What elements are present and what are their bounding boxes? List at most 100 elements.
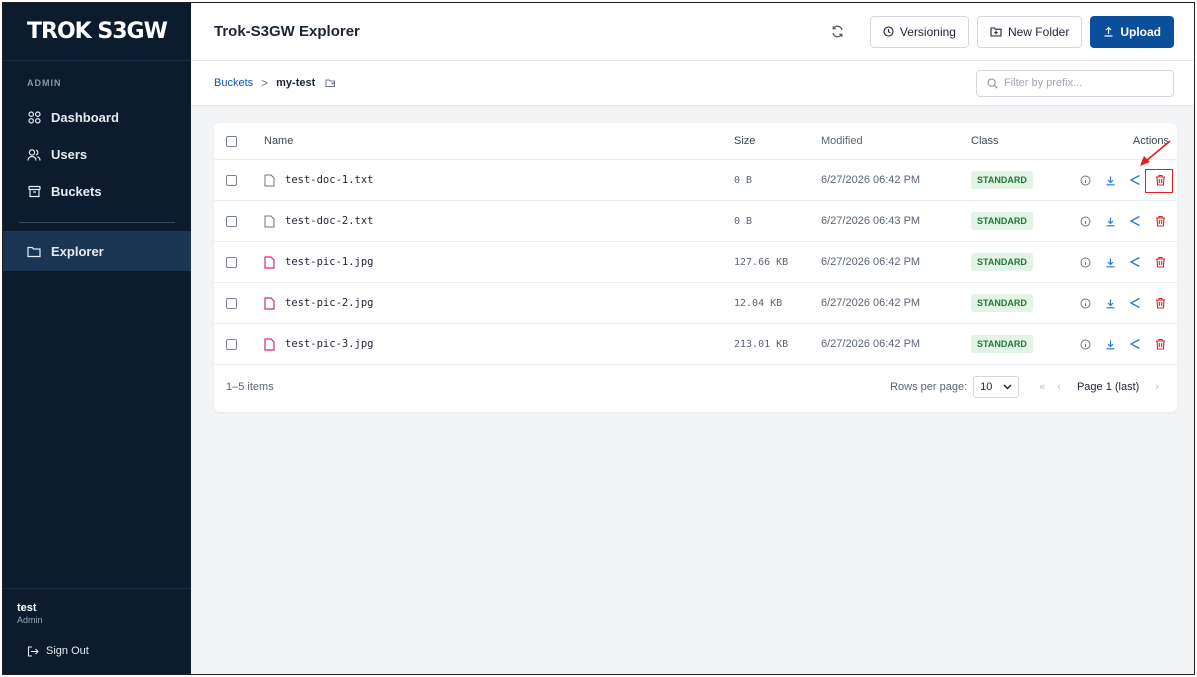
sidebar-item-label: Explorer <box>51 243 104 259</box>
annotation-arrow-icon <box>1140 140 1171 166</box>
sidebar-item-buckets[interactable]: Buckets <box>3 173 191 210</box>
table-row[interactable]: test-doc-1.txt 0 B 6/27/2026 06:42 PM STAND… <box>214 160 1177 201</box>
page-label: Page 1 (last) <box>1076 381 1140 393</box>
column-header-size[interactable]: Size <box>734 135 821 147</box>
first-page-icon[interactable]: « <box>1039 381 1045 393</box>
storage-class-badge: STANDARD <box>971 335 1033 353</box>
new-folder-button[interactable]: New Folder <box>976 15 1083 48</box>
download-icon[interactable] <box>1103 337 1117 351</box>
sidebar: TROK S3GW ADMIN Dashboard Users Buckets <box>3 3 191 674</box>
download-icon[interactable] <box>1103 214 1117 228</box>
table-header-row: Name Size Modified Class Actions <box>214 123 1177 160</box>
item-count: 1–5 items <box>226 381 274 393</box>
row-checkbox[interactable] <box>226 256 237 268</box>
rows-per-page-label: Rows per page: <box>890 381 968 393</box>
delete-icon[interactable] <box>1153 255 1167 269</box>
new-folder-label: New Folder <box>1007 24 1070 39</box>
objects-table: Name Size Modified Class Actions test-do… <box>214 123 1177 412</box>
download-icon[interactable] <box>1103 173 1117 187</box>
versioning-label: Versioning <box>899 24 956 39</box>
sidebar-item-users[interactable]: Users <box>3 136 191 173</box>
search-icon <box>987 77 998 89</box>
sidebar-divider <box>19 222 175 223</box>
sign-out-icon <box>27 645 39 657</box>
info-icon[interactable] <box>1078 255 1092 269</box>
page-title: Trok-S3GW Explorer <box>214 23 360 40</box>
download-icon[interactable] <box>1103 255 1117 269</box>
info-icon[interactable] <box>1078 214 1092 228</box>
share-icon[interactable] <box>1128 214 1142 228</box>
file-name[interactable]: test-pic-1.jpg <box>285 256 374 268</box>
app-frame: TROK S3GW ADMIN Dashboard Users Buckets <box>2 2 1195 675</box>
sign-out-button[interactable]: Sign Out <box>17 645 191 657</box>
sub-bar: Buckets > my-test <box>191 61 1194 106</box>
table-row[interactable]: test-pic-2.jpg 12.04 KB 6/27/2026 06:42 PM… <box>214 283 1177 324</box>
upload-icon <box>1103 26 1114 37</box>
breadcrumb-buckets-link[interactable]: Buckets <box>214 77 253 89</box>
column-header-name[interactable]: Name <box>254 135 734 147</box>
upload-button[interactable]: Upload <box>1090 15 1174 48</box>
folder-plus-icon <box>990 26 1002 37</box>
file-name[interactable]: test-pic-2.jpg <box>285 297 374 309</box>
file-modified: 6/27/2026 06:43 PM <box>821 215 921 227</box>
sidebar-item-explorer[interactable]: Explorer <box>3 231 191 271</box>
file-size: 213.01 KB <box>734 338 789 350</box>
chevron-down-icon <box>1003 384 1012 390</box>
storage-class-badge: STANDARD <box>971 253 1033 271</box>
delete-icon[interactable] <box>1153 337 1167 351</box>
user-name: test <box>17 602 37 614</box>
storage-class-badge: STANDARD <box>971 212 1033 230</box>
refresh-icon <box>831 25 844 38</box>
table-row[interactable]: test-pic-1.jpg 127.66 KB 6/27/2026 06:42 P… <box>214 242 1177 283</box>
user-panel: test Admin Sign Out <box>3 588 191 674</box>
copy-path-icon[interactable] <box>325 78 336 88</box>
file-name[interactable]: test-doc-2.txt <box>285 215 374 227</box>
versioning-button[interactable]: Versioning <box>869 15 969 48</box>
download-icon[interactable] <box>1103 296 1117 310</box>
upload-label: Upload <box>1120 24 1161 39</box>
share-icon[interactable] <box>1128 255 1142 269</box>
file-modified: 6/27/2026 06:42 PM <box>821 338 921 350</box>
column-header-modified[interactable]: Modified <box>821 135 971 147</box>
breadcrumb-separator: > <box>261 76 269 90</box>
prev-page-icon[interactable]: ‹ <box>1057 381 1061 393</box>
info-icon[interactable] <box>1078 173 1092 187</box>
filter-input[interactable] <box>1004 77 1164 89</box>
share-icon[interactable] <box>1128 337 1142 351</box>
sidebar-item-label: Dashboard <box>51 110 119 125</box>
delete-icon[interactable] <box>1153 296 1167 310</box>
bucket-icon <box>27 185 41 199</box>
refresh-button[interactable] <box>826 20 850 44</box>
main-content: Trok-S3GW Explorer Versioning New Folder <box>191 3 1194 674</box>
table-row[interactable]: test-pic-3.jpg 213.01 KB 6/27/2026 06:42 P… <box>214 324 1177 365</box>
next-page-icon[interactable]: › <box>1155 381 1159 393</box>
share-icon[interactable] <box>1128 173 1142 187</box>
delete-icon[interactable] <box>1153 214 1167 228</box>
file-size: 127.66 KB <box>734 256 789 268</box>
row-checkbox[interactable] <box>226 215 237 227</box>
table-row[interactable]: test-doc-2.txt 0 B 6/27/2026 06:43 PM STAND… <box>214 201 1177 242</box>
clock-icon <box>883 26 894 37</box>
pagination: « ‹ Page 1 (last) › <box>1033 381 1165 393</box>
rows-per-page-select[interactable]: 10 <box>973 376 1020 398</box>
filter-search-box <box>976 69 1174 97</box>
users-icon <box>27 148 41 162</box>
file-name[interactable]: test-doc-1.txt <box>285 174 374 186</box>
row-checkbox[interactable] <box>226 338 237 350</box>
storage-class-badge: STANDARD <box>971 171 1033 189</box>
column-header-class[interactable]: Class <box>971 135 1061 147</box>
row-checkbox[interactable] <box>226 174 237 186</box>
highlight-box <box>1145 169 1173 193</box>
sidebar-item-label: Buckets <box>51 184 102 199</box>
file-icon <box>264 174 275 187</box>
user-role: Admin <box>17 615 43 625</box>
file-name[interactable]: test-pic-3.jpg <box>285 338 374 350</box>
row-checkbox[interactable] <box>226 297 237 309</box>
select-all-checkbox[interactable] <box>226 135 237 147</box>
info-icon[interactable] <box>1078 296 1092 310</box>
grid-icon <box>27 111 41 125</box>
file-modified: 6/27/2026 06:42 PM <box>821 256 921 268</box>
info-icon[interactable] <box>1078 337 1092 351</box>
share-icon[interactable] <box>1128 296 1142 310</box>
sidebar-item-dashboard[interactable]: Dashboard <box>3 99 191 136</box>
